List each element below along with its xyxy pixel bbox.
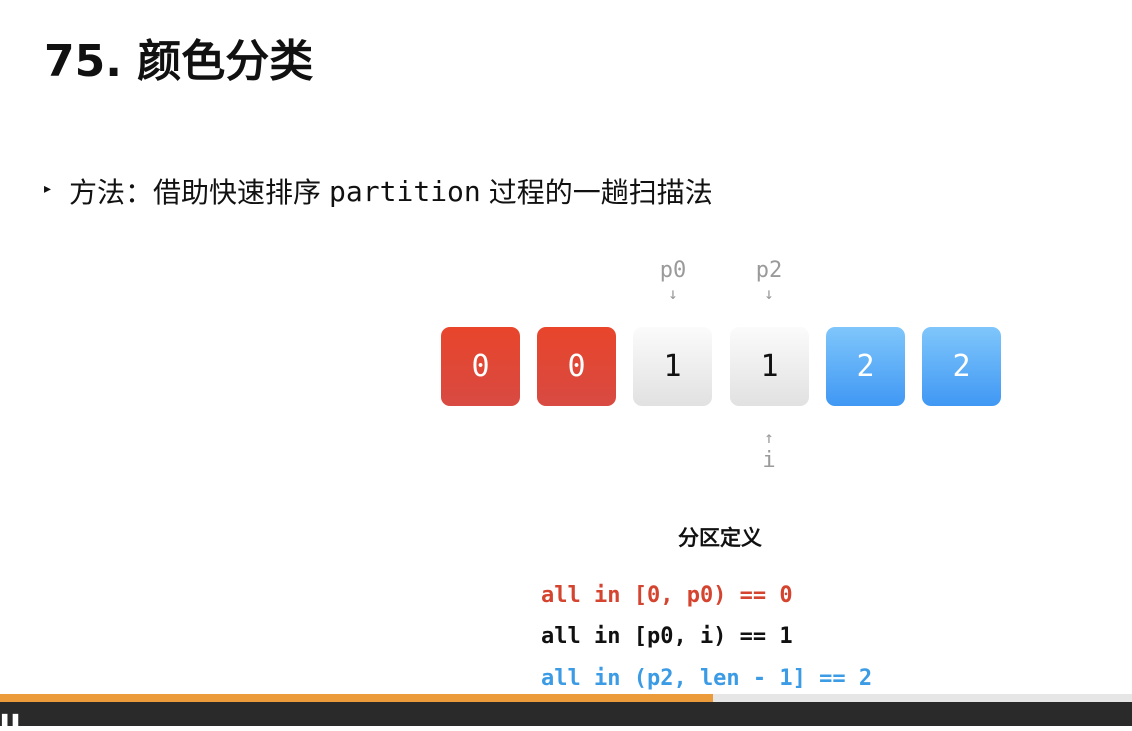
slide-progress-bar[interactable] (0, 694, 1132, 702)
bullet-text-suffix: 过程的一趟扫描法 (488, 176, 713, 209)
bullet-item-method: ▸ 方法：借助快速排序 partition 过程的一趟扫描法 (44, 168, 713, 214)
bullet-triangle-icon: ▸ (44, 181, 52, 197)
section-heading-partition-definition: 分区定义 (678, 526, 762, 550)
definition-line-one: all in [p0, i) == 1 (541, 624, 793, 649)
bullet-text-prefix: 方法：借助快速排序 (69, 176, 322, 209)
bullet-code-partition: partition (329, 174, 481, 208)
pointer-p2-label: p2 (755, 258, 783, 283)
array-cell-5: 2 (922, 327, 1001, 406)
array-cell-2: 1 (633, 327, 712, 406)
array-cell-0: 0 (441, 327, 520, 406)
pointer-p0: p0 ↓ (633, 258, 713, 304)
slide-title: 75. 颜色分类 (44, 36, 314, 87)
pointer-p2: p2 ↓ (729, 258, 809, 304)
array-cell-4: 2 (826, 327, 905, 406)
pointer-i-label: i (762, 448, 776, 473)
array-cell-1: 0 (537, 327, 616, 406)
definition-line-zero: all in [0, p0) == 0 (541, 583, 793, 608)
definition-line-two: all in (p2, len - 1] == 2 (541, 666, 873, 691)
arrow-down-icon: ↓ (764, 284, 774, 303)
player-control-bar: ▌▌ (0, 702, 1132, 730)
control-icon[interactable]: ▌▌ (2, 716, 24, 730)
pointer-i: ↑ i (729, 428, 809, 474)
pointer-p0-label: p0 (659, 258, 687, 283)
slide: 75. 颜色分类 ▸ 方法：借助快速排序 partition 过程的一趟扫描法 … (0, 0, 1132, 694)
array-cell-3: 1 (730, 327, 809, 406)
slide-progress-fill (0, 694, 714, 702)
arrow-down-icon: ↓ (668, 284, 678, 303)
arrow-up-icon: ↑ (764, 428, 774, 447)
